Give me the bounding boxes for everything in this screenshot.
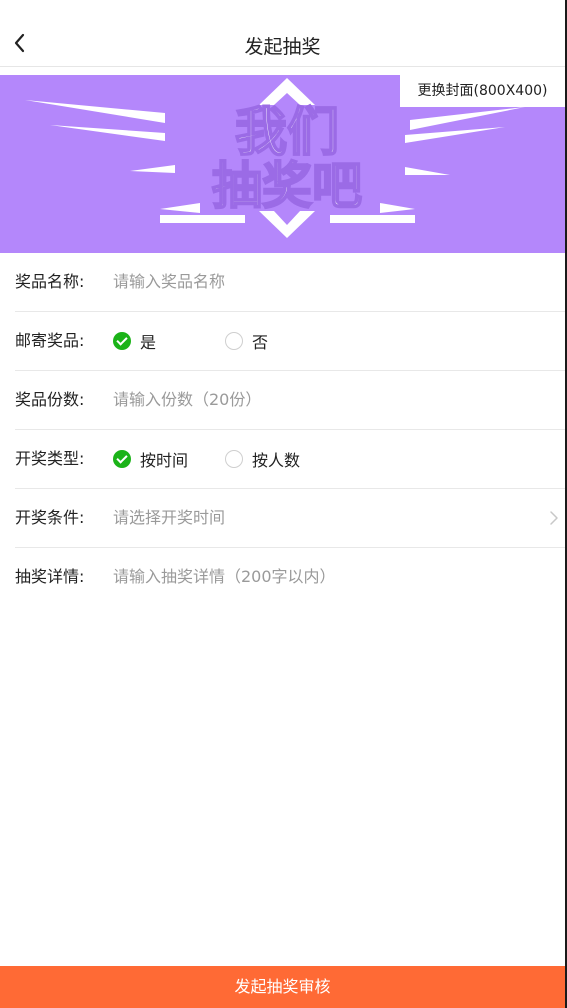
draw-details-row: 抽奖详情: 请输入抽奖详情（200字以内）: [15, 548, 565, 606]
prize-name-input[interactable]: 请输入奖品名称: [113, 253, 225, 311]
radio-checked-icon: [113, 332, 131, 350]
draw-details-input[interactable]: 请输入抽奖详情（200字以内）: [113, 548, 336, 606]
draw-type-row: 开奖类型: 按时间 按人数: [15, 430, 565, 489]
banner-line1: 我们: [235, 103, 339, 163]
mail-prize-label: 邮寄奖品:: [15, 331, 85, 350]
page: 发起抽奖 我们 抽奖吧 更换封面(800X400) 奖品名称: 请输入奖品名称 …: [0, 0, 565, 1008]
radio-checked-icon: [113, 450, 131, 468]
prize-name-label: 奖品名称:: [15, 272, 85, 291]
prize-count-row: 奖品份数: 请输入份数（20份）: [15, 371, 565, 430]
page-title: 发起抽奖: [244, 36, 321, 58]
nav-bar: 发起抽奖: [0, 0, 565, 67]
mail-prize-no-option[interactable]: 否: [225, 331, 269, 352]
draw-type-by-people-label: 按人数: [252, 451, 301, 470]
mail-prize-yes-option[interactable]: 是: [113, 331, 157, 352]
draw-type-by-time-label: 按时间: [140, 451, 189, 470]
lottery-form: 奖品名称: 请输入奖品名称 邮寄奖品: 是 否 奖品份数: 请输入份数（20份）…: [0, 253, 565, 606]
prize-count-input[interactable]: 请输入份数（20份）: [113, 371, 261, 429]
banner-line2: 抽奖吧: [212, 157, 362, 215]
mail-prize-no-label: 否: [252, 333, 269, 352]
mail-prize-row: 邮寄奖品: 是 否: [15, 312, 565, 371]
prize-count-label: 奖品份数:: [15, 390, 85, 409]
radio-unchecked-icon: [225, 450, 243, 468]
submit-button[interactable]: 发起抽奖审核: [0, 966, 565, 1008]
draw-type-label: 开奖类型:: [15, 449, 85, 468]
draw-condition-row[interactable]: 开奖条件: 请选择开奖时间: [15, 489, 565, 548]
draw-condition-label: 开奖条件:: [15, 508, 85, 527]
chevron-right-icon: [550, 511, 558, 525]
radio-unchecked-icon: [225, 332, 243, 350]
draw-type-by-time-option[interactable]: 按时间: [113, 449, 189, 470]
change-cover-button[interactable]: 更换封面(800X400): [400, 75, 565, 107]
draw-type-by-people-option[interactable]: 按人数: [225, 449, 301, 470]
draw-condition-select[interactable]: 请选择开奖时间: [113, 489, 225, 547]
prize-name-row: 奖品名称: 请输入奖品名称: [15, 253, 565, 312]
draw-details-label: 抽奖详情:: [15, 567, 85, 586]
mail-prize-yes-label: 是: [140, 333, 157, 352]
